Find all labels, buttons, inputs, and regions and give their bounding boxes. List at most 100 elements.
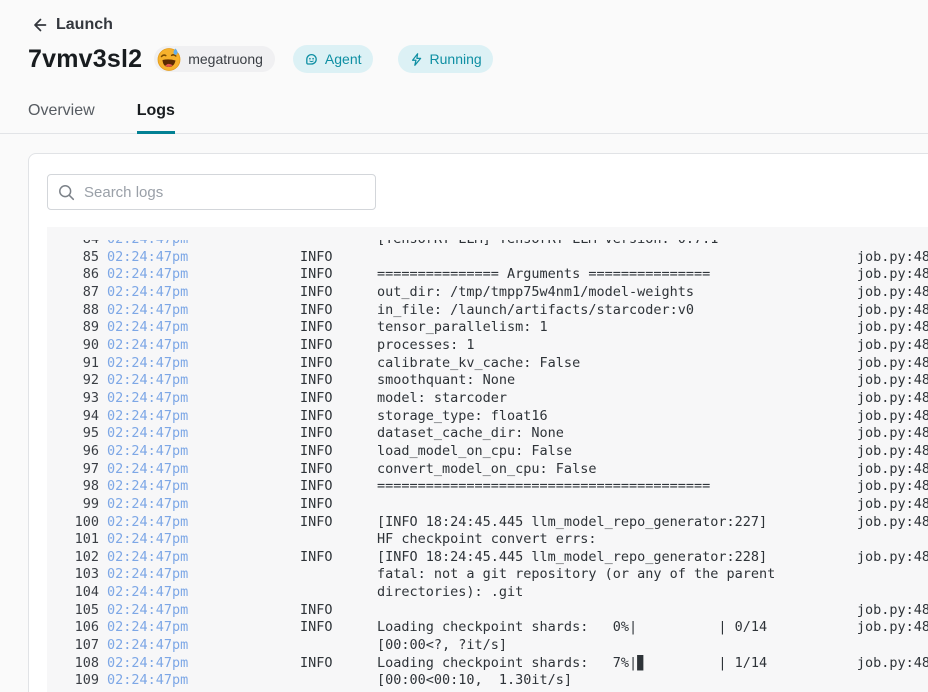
log-source: job.py:48 <box>850 337 928 355</box>
log-timestamp[interactable]: 02:24:47pm <box>99 284 300 302</box>
tab-logs[interactable]: Logs <box>137 94 175 133</box>
log-level: INFO <box>300 478 377 496</box>
agent-badge[interactable]: Agent <box>293 45 373 73</box>
search-magnifier-icon <box>58 184 75 201</box>
log-source: job.py:48 <box>850 443 928 461</box>
search-input[interactable] <box>84 184 365 201</box>
running-status-badge[interactable]: Running <box>398 45 493 73</box>
log-timestamp[interactable]: 02:24:47pm <box>99 461 300 479</box>
log-row: 8502:24:47pmINFOjob.py:48 <box>47 249 928 267</box>
title-row: 7vmv3sl2 megatruong Agent <box>28 44 928 74</box>
log-timestamp[interactable]: 02:24:47pm <box>99 302 300 320</box>
agent-face-icon <box>304 52 319 67</box>
log-line-number: 101 <box>47 531 99 549</box>
log-line-number: 99 <box>47 496 99 514</box>
back-arrow-icon[interactable] <box>30 16 48 34</box>
log-timestamp[interactable]: 02:24:47pm <box>99 372 300 390</box>
log-source: job.py:48 <box>850 478 928 496</box>
log-viewer[interactable]: 8402:24:47pm[TensorRT-LLM] TensorRT-LLM … <box>47 227 928 692</box>
log-timestamp[interactable]: 02:24:47pm <box>99 549 300 567</box>
log-line-number: 86 <box>47 266 99 284</box>
log-source: job.py:48 <box>850 514 928 532</box>
log-message: in_file: /launch/artifacts/starcoder:v0 <box>377 302 850 320</box>
log-rows: 8402:24:47pm[TensorRT-LLM] TensorRT-LLM … <box>47 240 928 692</box>
log-timestamp[interactable]: 02:24:47pm <box>99 249 300 267</box>
log-timestamp[interactable]: 02:24:47pm <box>99 390 300 408</box>
log-timestamp[interactable]: 02:24:47pm <box>99 672 300 690</box>
log-level: INFO <box>300 355 377 373</box>
log-level: INFO <box>300 602 377 620</box>
log-source: job.py:48 <box>850 284 928 302</box>
log-level: INFO <box>300 619 377 637</box>
log-message: [INFO 18:24:45.445 llm_model_repo_genera… <box>377 549 850 567</box>
log-timestamp[interactable]: 02:24:47pm <box>99 319 300 337</box>
log-message: convert_model_on_cpu: False <box>377 461 850 479</box>
log-source: job.py:48 <box>850 390 928 408</box>
log-timestamp[interactable]: 02:24:47pm <box>99 240 300 249</box>
log-message: HF checkpoint convert errs: <box>377 531 850 549</box>
log-timestamp[interactable]: 02:24:47pm <box>99 619 300 637</box>
log-level: INFO <box>300 302 377 320</box>
log-line-number: 98 <box>47 478 99 496</box>
log-line-number: 100 <box>47 514 99 532</box>
log-line-number: 109 <box>47 672 99 690</box>
log-message: [TensorRT-LLM] TensorRT-LLM version: 0.7… <box>377 240 850 249</box>
log-row: 9902:24:47pmINFOjob.py:48 <box>47 496 928 514</box>
log-source: job.py:48 <box>850 549 928 567</box>
log-row: 10302:24:47pmfatal: not a git repository… <box>47 566 928 584</box>
log-timestamp[interactable]: 02:24:47pm <box>99 355 300 373</box>
log-row: 8702:24:47pmINFOout_dir: /tmp/tmpp75w4nm… <box>47 284 928 302</box>
log-timestamp[interactable]: 02:24:47pm <box>99 443 300 461</box>
log-row: 9102:24:47pmINFOcalibrate_kv_cache: Fals… <box>47 355 928 373</box>
log-row: 10802:24:47pmINFOLoading checkpoint shar… <box>47 655 928 673</box>
log-line-number: 91 <box>47 355 99 373</box>
log-message: dataset_cache_dir: None <box>377 425 850 443</box>
log-timestamp[interactable]: 02:24:47pm <box>99 425 300 443</box>
log-search-box[interactable] <box>47 174 376 210</box>
log-level: INFO <box>300 319 377 337</box>
log-line-number: 88 <box>47 302 99 320</box>
tab-bar: Overview Logs <box>0 94 928 134</box>
log-message: load_model_on_cpu: False <box>377 443 850 461</box>
log-row: 10402:24:47pmdirectories): .git <box>47 584 928 602</box>
log-level: INFO <box>300 337 377 355</box>
log-line-number: 108 <box>47 655 99 673</box>
log-level: INFO <box>300 514 377 532</box>
back-label[interactable]: Launch <box>56 16 113 34</box>
log-message: fatal: not a git repository (or any of t… <box>377 566 850 584</box>
log-timestamp[interactable]: 02:24:47pm <box>99 566 300 584</box>
log-source: job.py:48 <box>850 602 928 620</box>
page-title: 7vmv3sl2 <box>28 45 142 74</box>
log-timestamp[interactable]: 02:24:47pm <box>99 337 300 355</box>
log-timestamp[interactable]: 02:24:47pm <box>99 478 300 496</box>
log-message: directories): .git <box>377 584 850 602</box>
log-timestamp[interactable]: 02:24:47pm <box>99 584 300 602</box>
log-timestamp[interactable]: 02:24:47pm <box>99 408 300 426</box>
log-message: tensor_parallelism: 1 <box>377 319 850 337</box>
log-row: 8402:24:47pm[TensorRT-LLM] TensorRT-LLM … <box>47 240 928 249</box>
back-navigation[interactable]: Launch <box>0 0 928 34</box>
log-row: 10102:24:47pm HF checkpoint convert errs: <box>47 531 928 549</box>
log-level: INFO <box>300 443 377 461</box>
log-timestamp[interactable]: 02:24:47pm <box>99 496 300 514</box>
log-line-number: 93 <box>47 390 99 408</box>
log-message: [INFO 18:24:45.445 llm_model_repo_genera… <box>377 514 850 532</box>
log-source: job.py:48 <box>850 619 928 637</box>
log-timestamp[interactable]: 02:24:47pm <box>99 602 300 620</box>
log-timestamp[interactable]: 02:24:47pm <box>99 266 300 284</box>
log-row: 8602:24:47pmINFO=============== Argument… <box>47 266 928 284</box>
log-line-number: 106 <box>47 619 99 637</box>
log-line-number: 107 <box>47 637 99 655</box>
log-message: [00:00<00:10, 1.30it/s] <box>377 672 850 690</box>
log-timestamp[interactable]: 02:24:47pm <box>99 531 300 549</box>
running-badge-label: Running <box>430 51 482 67</box>
log-level: INFO <box>300 408 377 426</box>
log-timestamp[interactable]: 02:24:47pm <box>99 514 300 532</box>
log-row: 9402:24:47pmINFOstorage_type: float16job… <box>47 408 928 426</box>
log-row: 8902:24:47pmINFOtensor_parallelism: 1job… <box>47 319 928 337</box>
log-message: Loading checkpoint shards: 7%|▊ | 1/14 <box>377 655 850 673</box>
owner-pill[interactable]: megatruong <box>154 46 275 72</box>
log-timestamp[interactable]: 02:24:47pm <box>99 637 300 655</box>
log-timestamp[interactable]: 02:24:47pm <box>99 655 300 673</box>
tab-overview[interactable]: Overview <box>28 94 95 133</box>
